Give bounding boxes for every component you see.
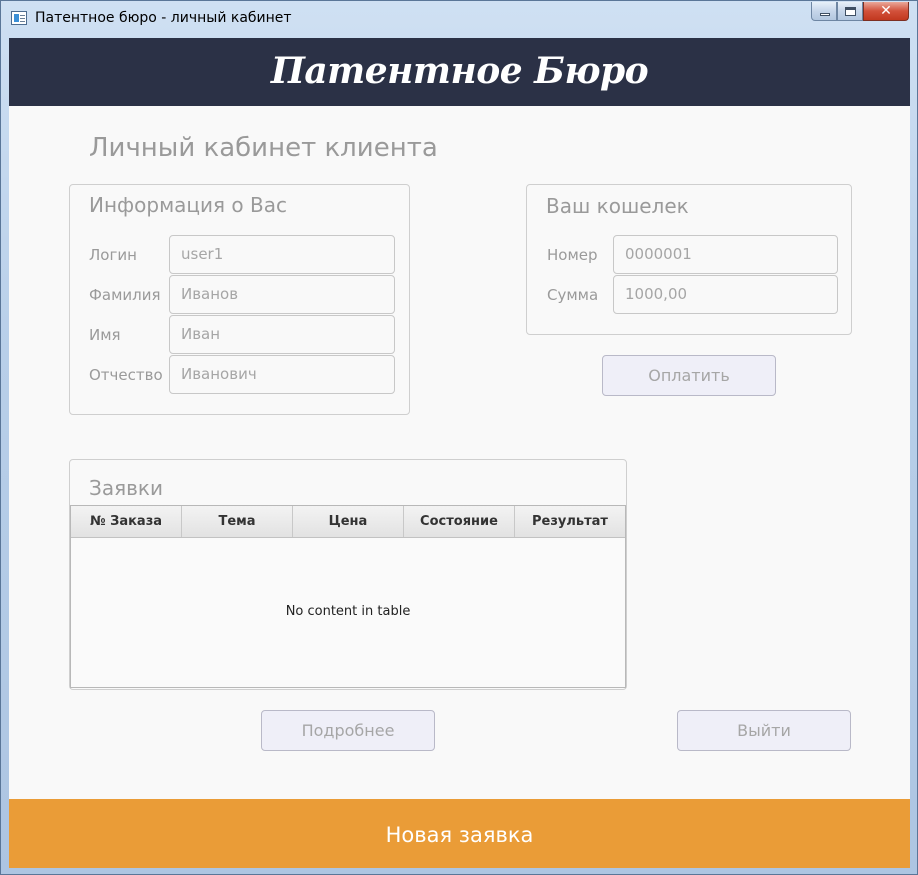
wallet-number-label: Номер [547,246,598,264]
logout-button[interactable]: Выйти [677,710,851,751]
minimize-button[interactable] [811,2,837,21]
page-title: Личный кабинет клиента [89,133,438,163]
wallet-sum-field[interactable]: 1000,00 [613,275,838,314]
info-panel: Информация о Вас Логин user1 Фамилия Ива… [69,184,410,415]
window-controls: ✕ [811,2,909,22]
surname-field[interactable]: Иванов [169,275,395,314]
login-label: Логин [89,246,137,264]
header-banner: Патентное Бюро [9,38,910,106]
app-icon [11,11,27,25]
patronymic-field[interactable]: Иванович [169,355,395,394]
orders-table[interactable]: № Заказа Тема Цена Состояние Результат N… [70,505,626,688]
column-status[interactable]: Состояние [404,506,515,537]
info-panel-title: Информация о Вас [89,193,287,217]
minimize-icon [820,13,830,16]
name-label: Имя [89,326,121,344]
column-topic[interactable]: Тема [182,506,293,537]
wallet-sum-label: Сумма [547,286,599,304]
name-field[interactable]: Иван [169,315,395,354]
orders-table-header: № Заказа Тема Цена Состояние Результат [71,506,625,538]
column-order-number[interactable]: № Заказа [71,506,182,537]
patronymic-label: Отчество [89,366,163,384]
window-titlebar[interactable]: Патентное бюро - личный кабинет ✕ [1,1,917,38]
wallet-number-field[interactable]: 0000001 [613,235,838,274]
window-title: Патентное бюро - личный кабинет [35,10,292,26]
login-field[interactable]: user1 [169,235,395,274]
pay-button[interactable]: Оплатить [602,355,776,396]
maximize-button[interactable] [837,2,863,21]
column-price[interactable]: Цена [293,506,404,537]
close-icon: ✕ [880,3,892,19]
details-button[interactable]: Подробнее [261,710,435,751]
table-empty-message: No content in table [285,604,411,619]
maximize-icon [845,7,856,16]
wallet-panel-title: Ваш кошелек [546,194,689,218]
wallet-panel: Ваш кошелек Номер 0000001 Сумма 1000,00 [526,184,852,335]
client-area: Патентное Бюро Личный кабинет клиента Ин… [9,38,910,868]
brand-title: Патентное Бюро [270,50,649,92]
orders-panel-title: Заявки [89,476,163,500]
column-result[interactable]: Результат [515,506,625,537]
close-button[interactable]: ✕ [863,2,909,21]
new-request-button[interactable]: Новая заявка [9,799,910,868]
surname-label: Фамилия [89,286,161,304]
app-window: Патентное бюро - личный кабинет ✕ Патент… [0,0,918,875]
